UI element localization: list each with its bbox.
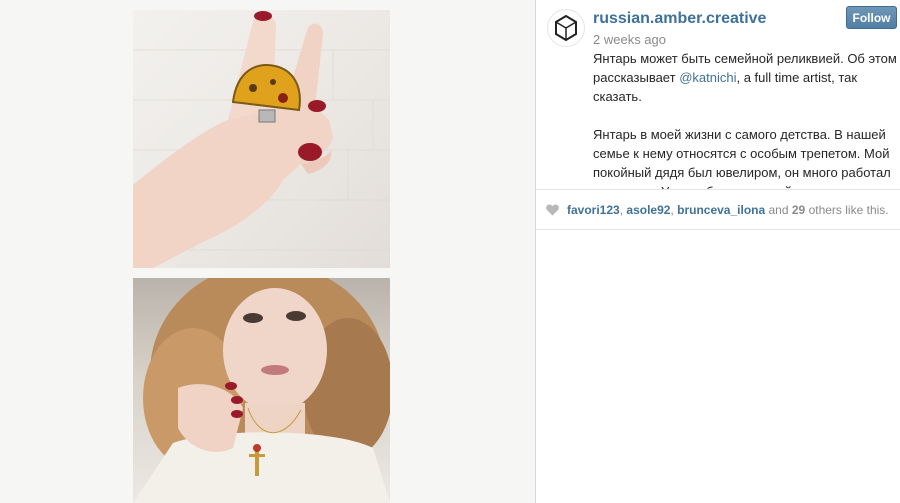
media-pane xyxy=(0,0,535,503)
caption-paragraph-1: Янтарь может быть семейной реликвией. Об… xyxy=(593,49,898,106)
post-caption: Янтарь может быть семейной реликвией. Об… xyxy=(593,49,898,189)
like-separator: , xyxy=(670,202,674,217)
post-photo-portrait[interactable] xyxy=(133,278,390,503)
likes-and-text: and xyxy=(768,202,789,217)
like-separator: , xyxy=(619,202,624,217)
photo-ring-illustration xyxy=(133,11,390,268)
post-timestamp: 2 weeks ago xyxy=(593,32,666,47)
avatar[interactable] xyxy=(547,9,585,47)
post-photo-ring[interactable] xyxy=(133,10,390,268)
post-header: russian.amber.creative 2 weeks ago Follo… xyxy=(536,0,900,190)
hexagon-logo-icon xyxy=(555,15,577,41)
heart-icon[interactable] xyxy=(546,203,559,216)
likes-count[interactable]: 29 xyxy=(792,203,805,217)
liker-link[interactable]: asole92 xyxy=(626,203,670,217)
username-link[interactable]: russian.amber.creative xyxy=(593,10,766,28)
liker-link[interactable]: brunceva_ilona xyxy=(677,203,765,217)
follow-button[interactable]: Follow xyxy=(846,6,897,29)
likes-row: favori123, asole92, brunceva_ilona and 2… xyxy=(536,190,900,230)
likes-suffix: others like this. xyxy=(808,202,889,217)
liker-link[interactable]: favori123 xyxy=(567,203,620,217)
post-sidebar: russian.amber.creative 2 weeks ago Follo… xyxy=(535,0,900,503)
photo-portrait-illustration xyxy=(133,278,390,503)
caption-paragraph-2: Янтарь в моей жизни с самого детства. В … xyxy=(593,127,894,189)
mention-link[interactable]: @katnichi xyxy=(679,70,736,85)
